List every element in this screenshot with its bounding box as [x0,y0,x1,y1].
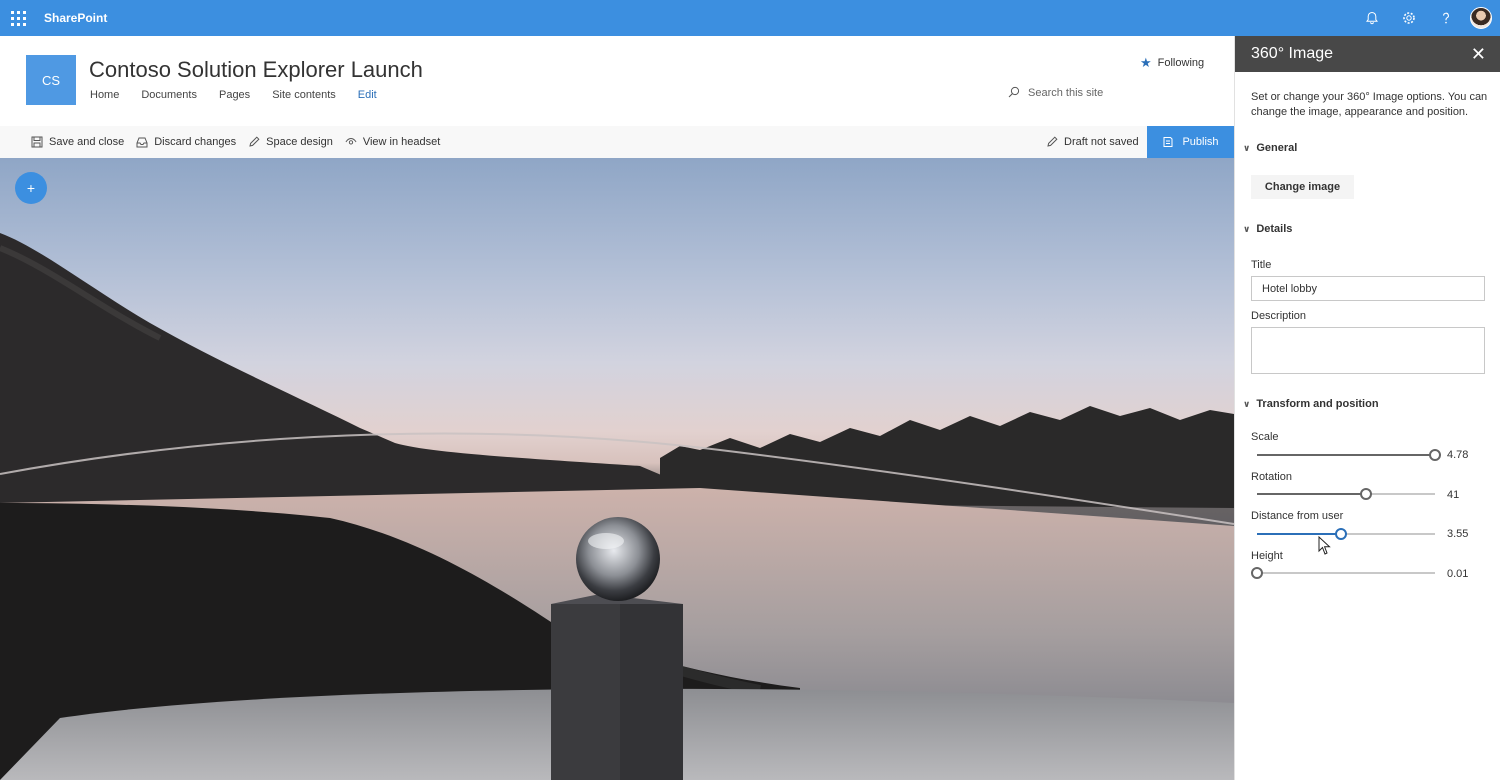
publish-label: Publish [1182,136,1219,148]
section-general[interactable]: ∨ General [1243,142,1297,154]
avatar[interactable] [1470,7,1492,29]
scale-label: Scale [1251,431,1279,443]
rotation-value: 41 [1447,489,1460,501]
scale-slider[interactable] [1257,447,1441,463]
add-web-part-button[interactable]: + [15,172,47,204]
gear-icon[interactable] [1390,0,1427,36]
rotation-label: Rotation [1251,471,1292,483]
distance-slider[interactable] [1257,526,1435,542]
scale-value: 4.78 [1447,449,1469,461]
search-placeholder: Search this site [1028,87,1104,99]
suite-bar: SharePoint [0,0,1500,36]
view-in-headset-label: View in headset [362,136,441,148]
command-bar: Save and close Discard changes Space des… [0,126,1234,158]
save-icon [31,136,43,148]
section-transform-label: Transform and position [1256,398,1379,410]
nav-edit[interactable]: Edit [358,89,377,101]
pencil-icon [1046,136,1058,148]
chevron-down-icon: ∨ [1243,142,1251,153]
section-details-label: Details [1256,223,1293,235]
change-image-button[interactable]: Change image [1251,175,1354,199]
description-field[interactable] [1251,327,1485,374]
view-in-headset-button[interactable]: View in headset [345,136,440,148]
draft-status: Draft not saved [1046,126,1139,158]
slider-thumb[interactable] [1334,528,1347,540]
rotation-slider[interactable] [1257,486,1435,502]
slider-thumb[interactable] [1429,449,1441,461]
following-button[interactable]: ★ Following [1140,55,1204,71]
space-design-button[interactable]: Space design [248,136,333,148]
nav-documents[interactable]: Documents [141,89,197,101]
distance-value: 3.55 [1447,528,1469,540]
space-canvas[interactable]: + [0,158,1234,780]
chevron-down-icon: ∨ [1243,398,1251,409]
eye-icon [345,136,357,148]
close-icon[interactable]: ✕ [1471,44,1486,65]
section-details[interactable]: ∨ Details [1243,223,1292,235]
panorama-scene [0,233,1234,780]
pane-description: Set or change your 360° Image options. Y… [1251,91,1488,118]
site-header: CS Contoso Solution Explorer Launch Home… [0,36,1234,126]
app-name[interactable]: SharePoint [44,11,107,25]
slider-thumb[interactable] [1251,567,1263,579]
discard-changes-label: Discard changes [154,136,237,148]
pencil-icon [248,136,260,148]
discard-changes-button[interactable]: Discard changes [136,136,236,148]
site-logo[interactable]: CS [26,55,76,105]
search-icon [1008,86,1028,101]
discard-icon [136,136,148,148]
section-general-label: General [1256,142,1298,154]
publish-button[interactable]: Publish [1147,126,1234,158]
site-title: Contoso Solution Explorer Launch [89,57,423,82]
title-label: Title [1251,259,1272,271]
star-icon: ★ [1140,55,1152,70]
pane-title: 360° Image [1251,45,1334,62]
chevron-down-icon: ∨ [1243,223,1251,234]
slider-thumb[interactable] [1359,488,1372,500]
title-field[interactable]: Hotel lobby [1251,276,1485,301]
nav-site-contents[interactable]: Site contents [272,89,336,101]
bell-icon[interactable] [1353,0,1390,36]
pane-header: 360° Image ✕ [1235,36,1500,72]
publish-icon [1162,136,1174,148]
distance-label: Distance from user [1251,510,1344,522]
following-label: Following [1157,57,1205,69]
help-icon[interactable] [1427,0,1464,36]
height-value: 0.01 [1447,568,1469,580]
nav-pages[interactable]: Pages [219,89,250,101]
section-transform[interactable]: ∨ Transform and position [1243,398,1379,410]
height-slider[interactable] [1251,565,1435,581]
space-design-label: Space design [266,136,333,148]
save-and-close-label: Save and close [49,136,125,148]
height-label: Height [1251,550,1283,562]
property-pane: 360° Image ✕ Set or change your 360° Ima… [1234,36,1500,780]
mouse-cursor-icon [1318,536,1331,555]
draft-status-label: Draft not saved [1064,136,1139,148]
description-label: Description [1251,310,1307,322]
site-search[interactable]: Search this site [998,81,1208,105]
site-nav: Home Documents Pages Site contents Edit [90,89,399,101]
save-and-close-button[interactable]: Save and close [31,136,124,148]
nav-home[interactable]: Home [90,89,119,101]
waffle-icon[interactable] [0,0,36,36]
